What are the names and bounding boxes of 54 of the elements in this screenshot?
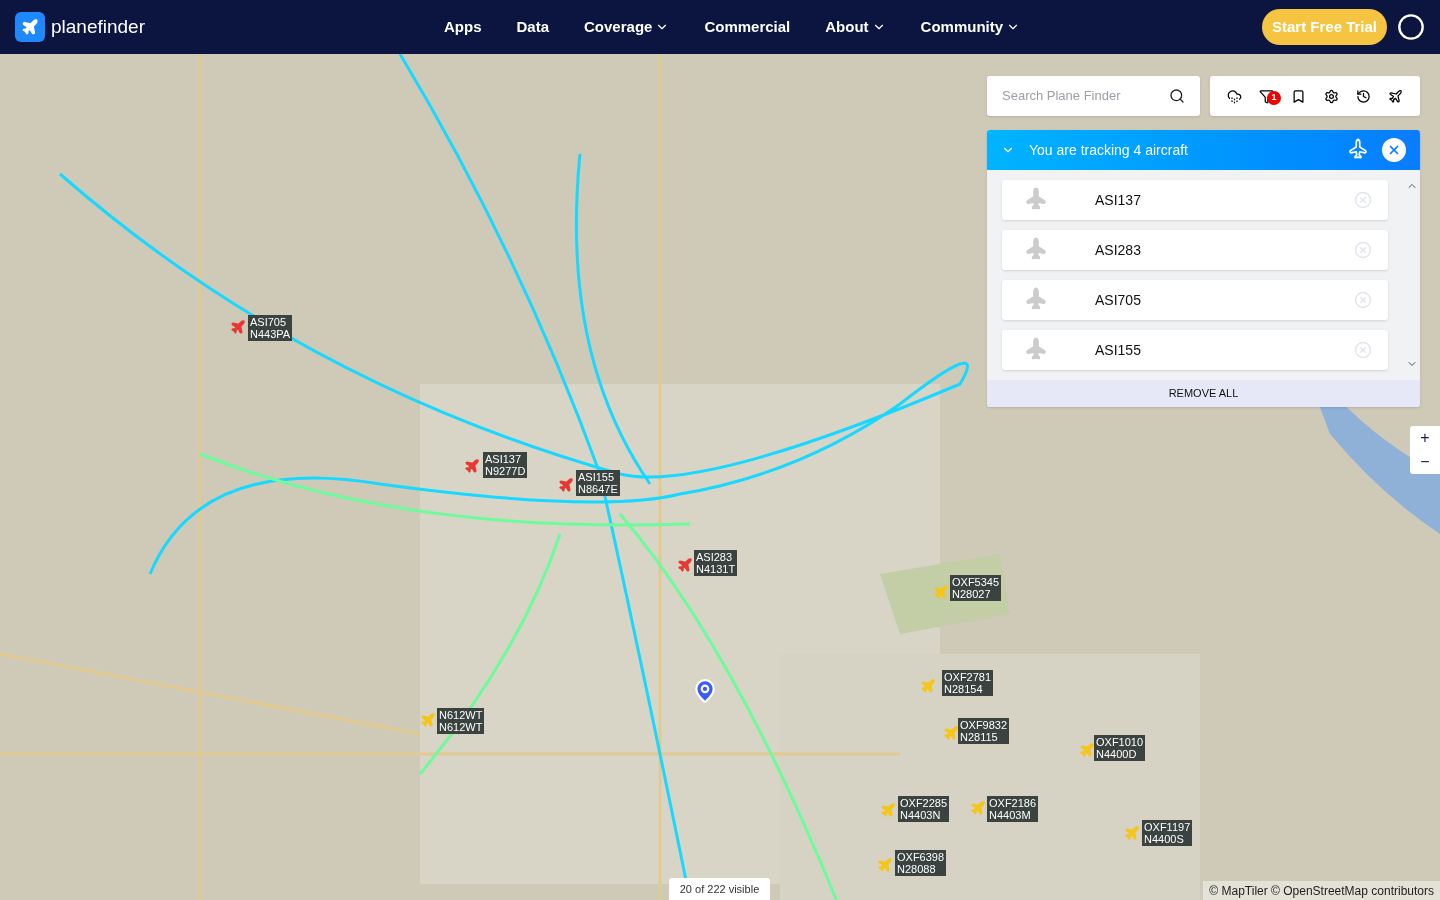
nav-link[interactable]: About (825, 15, 886, 39)
zoom-in-button[interactable]: + (1420, 430, 1430, 446)
aircraft-label[interactable]: OXF6398 N28088 (895, 850, 947, 876)
callsign: ASI155 (1095, 340, 1141, 360)
filter-count-badge: 1 (1267, 90, 1281, 105)
nav-link[interactable]: Community (920, 15, 1021, 39)
plane-icon[interactable] (1388, 88, 1404, 104)
zoom-out-button[interactable]: − (1420, 454, 1430, 470)
callsign: ASI283 (1095, 240, 1141, 260)
tracking-title: You are tracking 4 aircraft (1029, 140, 1188, 160)
aircraft-label[interactable]: OXF1197 N4400S (1142, 820, 1193, 846)
close-button[interactable] (1382, 138, 1406, 162)
location-pin-icon[interactable] (692, 678, 718, 704)
bookmark-icon[interactable] (1291, 88, 1307, 104)
aircraft-label[interactable]: OXF1010 N4400D (1094, 735, 1146, 761)
close-icon (1387, 143, 1401, 157)
aircraft-icon[interactable] (558, 477, 574, 493)
nav-link[interactable]: Data (516, 15, 549, 39)
logo-text[interactable]: planefinder (51, 12, 146, 42)
logo-icon[interactable] (15, 12, 45, 42)
callsign: ASI705 (1095, 290, 1141, 310)
aircraft-icon[interactable] (1079, 742, 1095, 758)
search-input[interactable]: Search Plane Finder (1002, 86, 1169, 106)
map-attribution: © MapTiler © OpenStreetMap contributors (1203, 881, 1440, 900)
search-field[interactable]: Search Plane Finder (987, 76, 1200, 116)
aircraft-label[interactable]: ASI705 N443PA (248, 315, 293, 341)
tracked-aircraft-item[interactable]: ASI137 (1002, 180, 1388, 220)
nav-link[interactable]: Apps (444, 15, 482, 39)
visible-count: 20 of 222 visible (669, 878, 770, 900)
filter-icon[interactable] (1259, 88, 1274, 104)
settings-icon[interactable] (1323, 88, 1339, 104)
tracked-aircraft-item[interactable]: ASI283 (1002, 230, 1388, 270)
search-icon[interactable] (1169, 88, 1185, 104)
weather-icon[interactable] (1226, 88, 1242, 104)
tracked-aircraft-item[interactable]: ASI705 (1002, 280, 1388, 320)
history-icon[interactable] (1355, 88, 1371, 104)
aircraft-label[interactable]: ASI137 N9277D (483, 452, 528, 478)
aircraft-label[interactable]: OXF2285 N4403N (898, 796, 950, 822)
aircraft-icon[interactable] (943, 725, 959, 741)
user-account-icon[interactable] (1397, 13, 1425, 41)
nav-link[interactable]: Commercial (704, 15, 791, 39)
aircraft-label[interactable]: OXF2781 N28154 (942, 670, 994, 696)
aircraft-icon[interactable] (677, 557, 693, 573)
aircraft-label[interactable]: OXF9832 N28115 (958, 718, 1010, 744)
remove-all-button[interactable]: REMOVE ALL (987, 380, 1420, 407)
aircraft-label[interactable]: ASI283 N4131T (694, 550, 738, 576)
aircraft-label[interactable]: OXF2186 N4403M (987, 796, 1039, 822)
tracked-aircraft-item[interactable]: ASI155 (1002, 330, 1388, 370)
aircraft-icon[interactable] (464, 458, 480, 474)
aircraft-label[interactable]: OXF5345 N28027 (950, 575, 1002, 601)
aircraft-label[interactable]: N612WT N612WT (437, 708, 485, 734)
aircraft-label[interactable]: ASI155 N8647E (576, 470, 620, 496)
callsign: ASI137 (1095, 190, 1141, 210)
nav-link[interactable]: Coverage (584, 15, 670, 39)
